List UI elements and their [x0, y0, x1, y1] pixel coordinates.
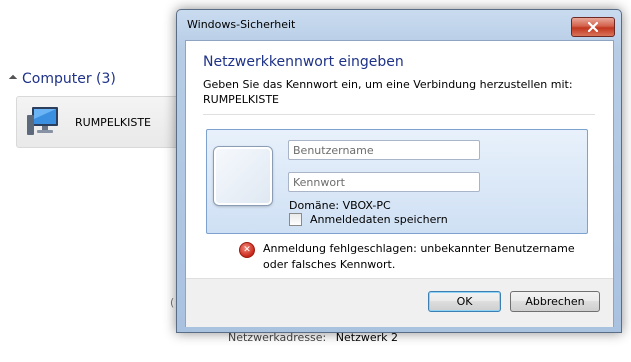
close-button[interactable] — [571, 17, 615, 37]
user-avatar — [214, 147, 272, 205]
domain-label: Domäne: VBOX-PC — [289, 199, 391, 212]
background-fragment: ( — [170, 296, 175, 309]
close-icon — [588, 22, 598, 32]
cancel-button[interactable]: Abbrechen — [510, 291, 600, 312]
dialog-titlebar[interactable]: Windows-Sicherheit — [177, 10, 621, 38]
remember-credentials-option[interactable]: Anmeldedaten speichern — [289, 213, 448, 226]
computer-group-header[interactable]: Computer (3) — [8, 71, 116, 87]
computer-icon — [27, 107, 58, 135]
computer-group-label: Computer (3) — [22, 71, 116, 87]
password-input[interactable] — [288, 172, 480, 192]
error-text-line: Anmeldung fehlgeschlagen: unbekannter Be… — [263, 242, 575, 255]
dialog-instructions: Geben Sie das Kennwort ein, um eine Verb… — [203, 77, 573, 107]
username-input[interactable] — [288, 140, 480, 160]
target-computer-name: RUMPELKISTE — [203, 93, 280, 106]
computer-tile-rumpelkiste[interactable]: RUMPELKISTE — [16, 96, 183, 148]
windows-security-dialog: Windows-Sicherheit Netzwerkkennwort eing… — [176, 9, 622, 333]
error-icon: ✕ — [239, 242, 255, 258]
ok-button[interactable]: OK — [428, 291, 501, 312]
error-text-line: oder falsches Kennwort. — [263, 258, 396, 271]
error-message: ✕ Anmeldung fehlgeschlagen: unbekannter … — [239, 241, 575, 273]
instruction-line: Geben Sie das Kennwort ein, um eine Verb… — [203, 78, 573, 91]
computer-name-label: RUMPELKISTE — [75, 116, 152, 129]
remember-label[interactable]: Anmeldedaten speichern — [310, 213, 448, 226]
remember-checkbox[interactable] — [289, 213, 302, 226]
dialog-title: Windows-Sicherheit — [187, 18, 296, 31]
dialog-body: Netzwerkkennwort eingeben Geben Sie das … — [185, 40, 614, 327]
dialog-heading: Netzwerkkennwort eingeben — [203, 54, 404, 70]
divider — [203, 114, 595, 115]
dialog-footer: OK Abbrechen — [186, 278, 613, 327]
credential-tile: Domäne: VBOX-PC Anmeldedaten speichern — [206, 129, 588, 234]
expand-arrow-icon[interactable] — [8, 74, 18, 84]
